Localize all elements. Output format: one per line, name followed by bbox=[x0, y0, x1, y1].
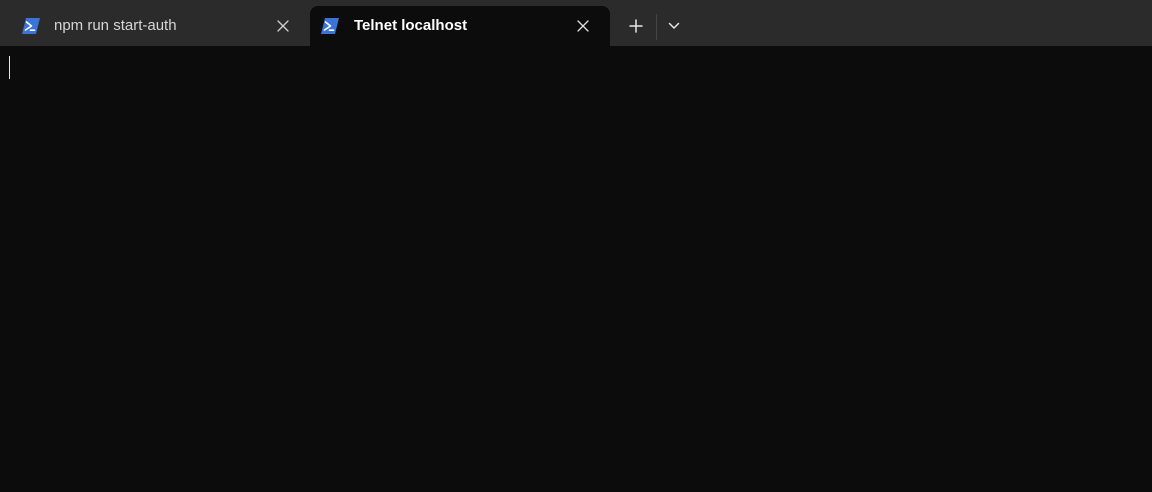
tab-title: npm run start-auth bbox=[54, 17, 177, 34]
tab-bar: npm run start-auth Telnet localhost bbox=[0, 0, 1152, 46]
plus-icon bbox=[629, 19, 643, 33]
terminal-pane[interactable] bbox=[0, 46, 1152, 492]
close-tab-button[interactable] bbox=[573, 16, 593, 36]
terminal-window: npm run start-auth Telnet localhost bbox=[0, 0, 1152, 492]
tab-telnet-localhost[interactable]: Telnet localhost bbox=[310, 6, 610, 46]
tab-title: Telnet localhost bbox=[354, 17, 468, 34]
tab-npm-run-start-auth[interactable]: npm run start-auth bbox=[10, 6, 306, 46]
chevron-down-icon bbox=[668, 22, 680, 29]
tab-divider bbox=[656, 14, 657, 40]
profiles-dropdown-button[interactable] bbox=[660, 12, 688, 40]
close-icon bbox=[577, 20, 589, 32]
close-tab-button[interactable] bbox=[273, 16, 293, 36]
text-cursor bbox=[9, 56, 10, 79]
close-icon bbox=[277, 20, 289, 32]
powershell-icon bbox=[22, 18, 40, 34]
powershell-icon bbox=[321, 18, 339, 34]
new-tab-button[interactable] bbox=[622, 12, 650, 40]
